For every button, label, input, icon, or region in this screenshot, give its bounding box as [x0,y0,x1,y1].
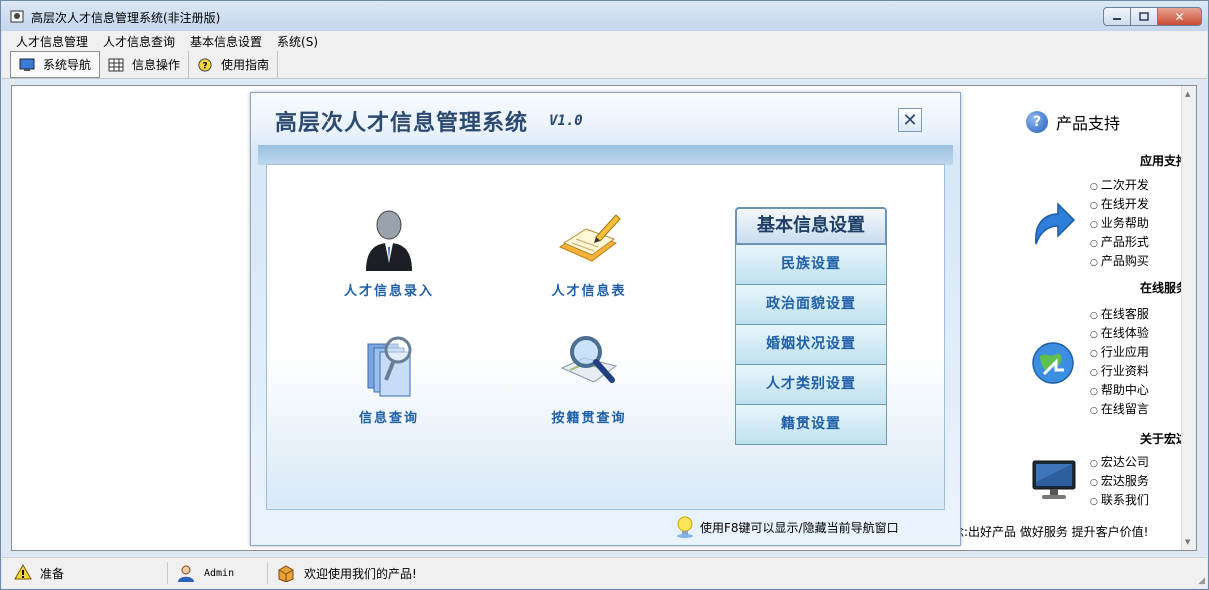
globe-icon [1032,342,1074,384]
user-icon [178,565,194,582]
title-bar: 高层次人才信息管理系统(非注册版) ✕ [1,1,1208,31]
toolbar-info-ops-button[interactable]: 信息操作 [100,51,190,78]
dialog-version: V1.0 [549,113,583,129]
close-icon: ✕ [1174,9,1185,24]
motto-text: 念:出好产品 做好服务 提升客户价值! [952,525,1149,539]
help-icon: ? [198,57,212,72]
scroll-down-icon[interactable]: ▼ [1185,538,1190,546]
resize-grip-icon[interactable]: ◢ [1198,576,1205,586]
vertical-scrollbar[interactable]: ▲ ▼ [1181,86,1196,550]
menu-talent-management[interactable]: 人才信息管理 [10,31,97,50]
status-bar: 准备 Admin 欢迎使用我们的产品! ◢ [2,557,1207,588]
feature-label: 人才信息录入 [343,284,434,299]
status-ready: 准备 [6,562,168,584]
setting-marital-status-button[interactable]: 婚姻状况设置 [735,325,887,365]
close-icon: ✕ [902,109,918,131]
link-industry-app[interactable]: 行业应用 [1090,343,1149,362]
section-heading-app-support: 应用支持 [1139,154,1188,168]
status-info-icon [14,564,32,580]
link-industry-data[interactable]: 行业资料 [1090,362,1149,381]
toolbar-label: 系统导航 [43,58,92,72]
feature-hometown-query[interactable]: 按籍贯查询 [519,330,659,426]
link-online-dev[interactable]: 在线开发 [1090,195,1149,214]
window-controls: ✕ [1103,7,1202,27]
link-contact[interactable]: 联系我们 [1090,491,1149,510]
toolbar-guide-button[interactable]: ? 使用指南 [189,51,279,78]
window-title: 高层次人才信息管理系统(非注册版) [31,11,221,25]
basic-settings-panel: 基本信息设置 民族设置 政治面貌设置 婚姻状况设置 人才类别设置 籍贯设置 [735,207,887,445]
question-icon: ? [1026,111,1048,133]
notepad-pencil-icon [558,214,621,262]
blue-arrow-icon [1035,202,1076,245]
feature-info-query[interactable]: 信息查询 [319,330,459,426]
toolbar-label: 使用指南 [221,58,270,72]
feature-label: 信息查询 [358,411,419,426]
toolbar-system-nav-button[interactable]: 系统导航 [10,51,101,78]
setting-political-status-button[interactable]: 政治面貌设置 [735,285,887,325]
documents-magnifier-icon [367,336,412,397]
menu-basic-settings[interactable]: 基本信息设置 [184,31,271,50]
feature-talent-entry[interactable]: 人才信息录入 [319,203,459,299]
person-icon [366,210,412,271]
monitor-icon [1032,460,1076,499]
package-icon [278,565,294,582]
monitor-icon [19,58,35,71]
link-online-message[interactable]: 在线留言 [1090,400,1149,419]
scroll-up-icon[interactable]: ▲ [1185,90,1190,98]
link-company[interactable]: 宏达公司 [1090,453,1149,472]
dialog-content: 人才信息录入 人才信息表 信息查询 按籍贯查询 基本信息设置 民族设置 政治面貌… [266,164,945,510]
section-heading-about: 关于宏达 [1139,432,1188,446]
settings-header: 基本信息设置 [735,207,887,245]
app-support-links: 二次开发 在线开发 业务帮助 产品形式 产品购买 [1090,176,1149,271]
product-support-title: ? 产品支持 [1026,110,1120,134]
about-links: 宏达公司 宏达服务 联系我们 [1090,453,1149,510]
main-window: 高层次人才信息管理系统(非注册版) ✕ 人才信息管理 人才信息查询 基本信息设置… [0,0,1209,590]
dialog-close-button[interactable]: ✕ [898,108,922,132]
status-message: 欢迎使用我们的产品! [268,562,668,584]
link-online-cs[interactable]: 在线客服 [1090,305,1149,324]
toolbar: 系统导航 信息操作 ? 使用指南 [2,50,1207,79]
menu-system[interactable]: 系统(S) [271,31,327,50]
feature-label: 人才信息表 [551,284,627,299]
app-icon [10,10,24,23]
maximize-button[interactable] [1130,7,1157,26]
link-secondary-dev[interactable]: 二次开发 [1090,176,1149,195]
f8-tip: 使用F8键可以显示/隐藏当前导航窗口 [676,516,899,538]
map-magnifier-icon [560,336,618,383]
minimize-button[interactable] [1103,7,1130,26]
close-button[interactable]: ✕ [1157,7,1202,26]
link-product-form[interactable]: 产品形式 [1090,233,1149,252]
dialog-title: 高层次人才信息管理系统 [275,111,529,136]
tip-text: 使用F8键可以显示/隐藏当前导航窗口 [700,520,899,535]
status-user: Admin [168,562,268,584]
link-online-trial[interactable]: 在线体验 [1090,324,1149,343]
link-service[interactable]: 宏达服务 [1090,472,1149,491]
setting-hometown-button[interactable]: 籍贯设置 [735,405,887,445]
minimize-icon [1113,17,1121,20]
svg-text:?: ? [202,61,207,71]
online-service-links: 在线客服 在线体验 行业应用 行业资料 帮助中心 在线留言 [1090,305,1149,419]
section-heading-online-service: 在线服务 [1139,281,1188,295]
link-product-purchase[interactable]: 产品购买 [1090,252,1149,271]
feature-label: 按籍贯查询 [551,411,627,426]
grid-icon [108,58,124,71]
lightbulb-icon [677,516,693,538]
menu-bar: 人才信息管理 人才信息查询 基本信息设置 系统(S) [2,31,1207,50]
dialog-header-band [258,145,953,165]
link-help-center[interactable]: 帮助中心 [1090,381,1149,400]
navigation-dialog: 高层次人才信息管理系统 V1.0 ✕ 人才信息录入 人才信息表 信息查询 按籍贯… [250,92,961,546]
maximize-icon [1139,11,1149,21]
setting-ethnicity-button[interactable]: 民族设置 [735,245,887,285]
link-business-help[interactable]: 业务帮助 [1090,214,1149,233]
menu-talent-query[interactable]: 人才信息查询 [97,31,184,50]
feature-talent-table[interactable]: 人才信息表 [519,203,659,299]
setting-talent-category-button[interactable]: 人才类别设置 [735,365,887,405]
toolbar-label: 信息操作 [132,58,181,72]
